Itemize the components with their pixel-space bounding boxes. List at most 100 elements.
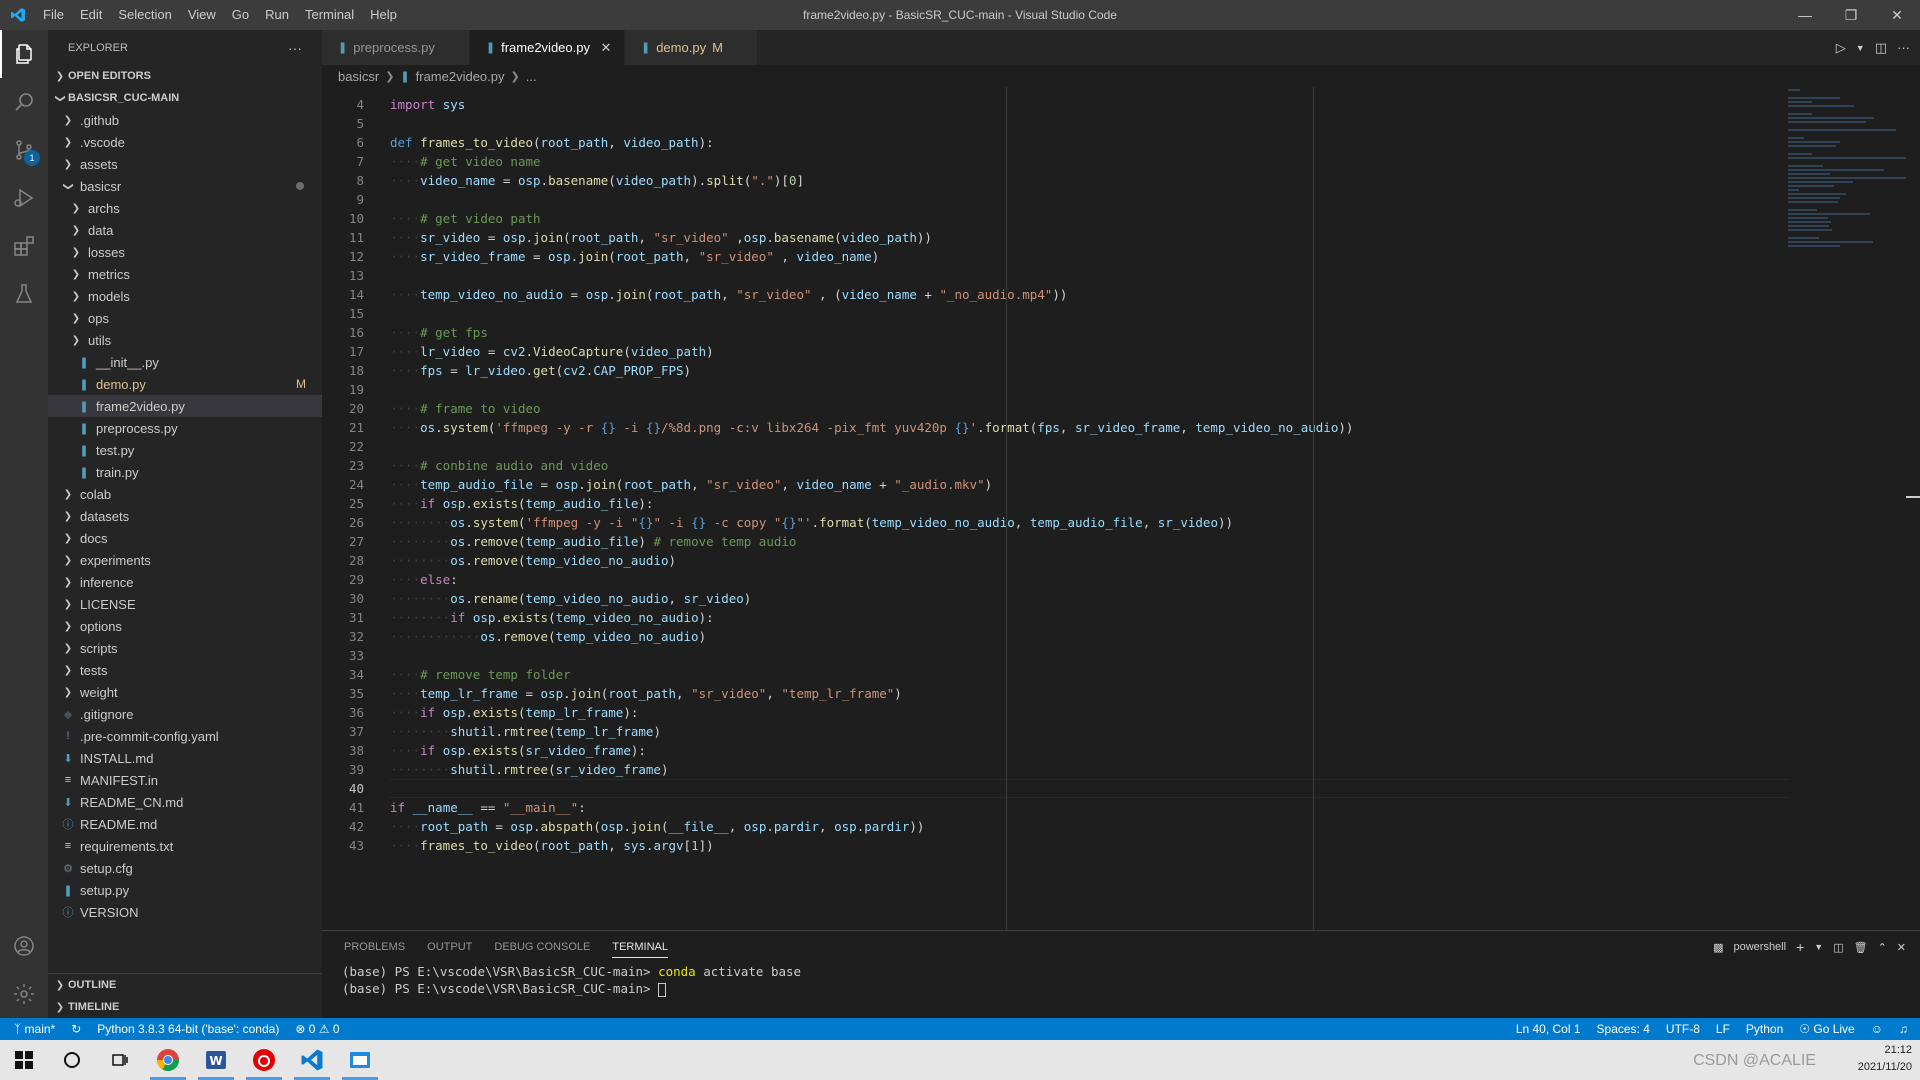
system-clock[interactable]: 21:12 2021/11/20 bbox=[1858, 1042, 1912, 1076]
tree-file[interactable]: ! .pre-commit-config.yaml bbox=[48, 725, 322, 747]
minimize-icon[interactable]: — bbox=[1782, 0, 1828, 30]
new-terminal-icon[interactable]: + bbox=[1796, 939, 1804, 955]
tree-folder[interactable]: ❯ .github bbox=[48, 109, 322, 131]
tree-folder[interactable]: ❯ losses bbox=[48, 241, 322, 263]
more-actions-icon[interactable]: ··· bbox=[288, 40, 302, 56]
tree-file[interactable]: ⓘ VERSION bbox=[48, 901, 322, 923]
tree-folder[interactable]: ❯ archs bbox=[48, 197, 322, 219]
tree-folder[interactable]: ❯ models bbox=[48, 285, 322, 307]
tree-file[interactable]: ❚ setup.py bbox=[48, 879, 322, 901]
python-interpreter[interactable]: Python 3.8.3 64-bit ('base': conda) bbox=[97, 1022, 279, 1036]
timeline-section[interactable]: ❯ TIMELINE bbox=[48, 996, 322, 1018]
tree-folder[interactable]: ❯ .vscode bbox=[48, 131, 322, 153]
notifications-bell-icon[interactable]: ♫ bbox=[1899, 1022, 1908, 1036]
panel-tab-problems[interactable]: PROBLEMS bbox=[344, 941, 405, 953]
tree-folder[interactable]: ❯ data bbox=[48, 219, 322, 241]
menu-edit[interactable]: Edit bbox=[72, 0, 110, 30]
tree-folder[interactable]: ❯ metrics bbox=[48, 263, 322, 285]
breadcrumb-file[interactable]: frame2video.py bbox=[416, 69, 505, 84]
menu-selection[interactable]: Selection bbox=[110, 0, 179, 30]
tree-folder[interactable]: ❯ experiments bbox=[48, 549, 322, 571]
terminal-shell-label[interactable]: powershell bbox=[1733, 941, 1786, 953]
split-terminal-icon[interactable]: ◫ bbox=[1833, 941, 1843, 954]
editor-tab[interactable]: ❚ frame2video.py ✕ bbox=[469, 30, 625, 65]
close-panel-icon[interactable]: ✕ bbox=[1897, 941, 1906, 954]
end-of-line[interactable]: LF bbox=[1716, 1022, 1730, 1036]
more-actions-icon[interactable]: ··· bbox=[1897, 40, 1910, 55]
outline-section[interactable]: ❯ OUTLINE bbox=[48, 974, 322, 996]
tree-file[interactable]: ⚙ setup.cfg bbox=[48, 857, 322, 879]
tree-folder[interactable]: ❯ weight bbox=[48, 681, 322, 703]
extensions-icon[interactable] bbox=[0, 222, 48, 270]
tree-folder[interactable]: ❯ inference bbox=[48, 571, 322, 593]
indentation[interactable]: Spaces: 4 bbox=[1597, 1022, 1650, 1036]
tree-file[interactable]: ❚ train.py bbox=[48, 461, 322, 483]
menu-view[interactable]: View bbox=[180, 0, 224, 30]
cursor-position[interactable]: Ln 40, Col 1 bbox=[1516, 1022, 1581, 1036]
tree-file[interactable]: ≡ MANIFEST.in bbox=[48, 769, 322, 791]
tree-folder[interactable]: ❯ assets bbox=[48, 153, 322, 175]
tree-file[interactable]: ◆ .gitignore bbox=[48, 703, 322, 725]
open-editors-section[interactable]: ❯ OPEN EDITORS bbox=[48, 65, 322, 87]
problems-count[interactable]: ⊗ 0 ⚠ 0 bbox=[295, 1022, 339, 1036]
breadcrumb-folder[interactable]: basicsr bbox=[338, 69, 379, 84]
source-control-icon[interactable]: 1 bbox=[0, 126, 48, 174]
tree-file[interactable]: ≡ requirements.txt bbox=[48, 835, 322, 857]
restore-icon[interactable]: ❐ bbox=[1828, 0, 1874, 30]
tree-folder[interactable]: ❯ basicsr bbox=[48, 175, 322, 197]
split-editor-icon[interactable]: ◫ bbox=[1875, 40, 1887, 56]
panel-tab-debug-console[interactable]: DEBUG CONSOLE bbox=[494, 941, 590, 953]
terminal[interactable]: (base) PS E:\vscode\VSR\BasicSR_CUC-main… bbox=[322, 963, 1920, 997]
minimap[interactable] bbox=[1788, 87, 1906, 247]
run-debug-icon[interactable] bbox=[0, 174, 48, 222]
git-branch[interactable]: ᛉ main* bbox=[14, 1022, 55, 1036]
go-live-button[interactable]: ☉ Go Live bbox=[1799, 1022, 1854, 1036]
tree-folder[interactable]: ❯ LICENSE bbox=[48, 593, 322, 615]
menu-help[interactable]: Help bbox=[362, 0, 405, 30]
sync-icon[interactable]: ↻ bbox=[71, 1022, 81, 1036]
settings-gear-icon[interactable] bbox=[0, 970, 48, 1018]
tree-folder[interactable]: ❯ datasets bbox=[48, 505, 322, 527]
encoding[interactable]: UTF-8 bbox=[1666, 1022, 1700, 1036]
menu-file[interactable]: File bbox=[35, 0, 72, 30]
tree-file[interactable]: ❚ test.py bbox=[48, 439, 322, 461]
tree-file[interactable]: ⬇ INSTALL.md bbox=[48, 747, 322, 769]
tree-folder[interactable]: ❯ scripts bbox=[48, 637, 322, 659]
tree-file[interactable]: ❚ preprocess.py bbox=[48, 417, 322, 439]
tree-file[interactable]: ❚ frame2video.py bbox=[48, 395, 322, 417]
trash-icon[interactable]: 🗑 bbox=[1854, 941, 1868, 954]
vscode-taskbar-icon[interactable] bbox=[288, 1040, 336, 1080]
chevron-down-icon[interactable]: ▼ bbox=[1814, 942, 1823, 952]
tree-folder[interactable]: ❯ options bbox=[48, 615, 322, 637]
tree-file[interactable]: ❚ demo.py M bbox=[48, 373, 322, 395]
netease-music-icon[interactable] bbox=[240, 1040, 288, 1080]
editor-tab[interactable]: ❚preprocess.py✕ bbox=[322, 30, 470, 65]
panel-tab-terminal[interactable]: TERMINAL bbox=[612, 936, 668, 958]
close-window-icon[interactable]: ✕ bbox=[1874, 0, 1920, 30]
chrome-icon[interactable] bbox=[144, 1040, 192, 1080]
maximize-panel-icon[interactable]: ⌃ bbox=[1878, 941, 1887, 954]
code-editor[interactable]: 4 import sys 5 6 def frames_to_video(root_pa… bbox=[322, 87, 1920, 960]
tree-folder[interactable]: ❯ docs bbox=[48, 527, 322, 549]
editor-tab[interactable]: ❚demo.pyM✕ bbox=[624, 30, 758, 65]
language-mode[interactable]: Python bbox=[1746, 1022, 1783, 1036]
cortana-search-icon[interactable] bbox=[48, 1040, 96, 1080]
chevron-down-icon[interactable]: ▼ bbox=[1856, 43, 1865, 53]
run-file-icon[interactable]: ▷ bbox=[1836, 40, 1846, 56]
project-root-section[interactable]: ❯ BASICSR_CUC-MAIN bbox=[48, 87, 322, 109]
app-window-icon[interactable] bbox=[336, 1040, 384, 1080]
account-icon[interactable] bbox=[0, 922, 48, 970]
close-tab-icon[interactable]: ✕ bbox=[598, 40, 614, 56]
tree-file[interactable]: ⓘ README.md bbox=[48, 813, 322, 835]
task-view-icon[interactable] bbox=[96, 1040, 144, 1080]
feedback-icon[interactable]: ☺ bbox=[1871, 1022, 1883, 1036]
tree-file[interactable]: ❚ __init__.py bbox=[48, 351, 322, 373]
word-icon[interactable]: W bbox=[192, 1040, 240, 1080]
windows-start-icon[interactable] bbox=[0, 1040, 48, 1080]
tree-folder[interactable]: ❯ ops bbox=[48, 307, 322, 329]
panel-tab-output[interactable]: OUTPUT bbox=[427, 941, 472, 953]
testing-flask-icon[interactable] bbox=[0, 270, 48, 318]
menu-terminal[interactable]: Terminal bbox=[297, 0, 362, 30]
menu-run[interactable]: Run bbox=[257, 0, 297, 30]
editor-scrollbar[interactable] bbox=[1906, 87, 1920, 960]
